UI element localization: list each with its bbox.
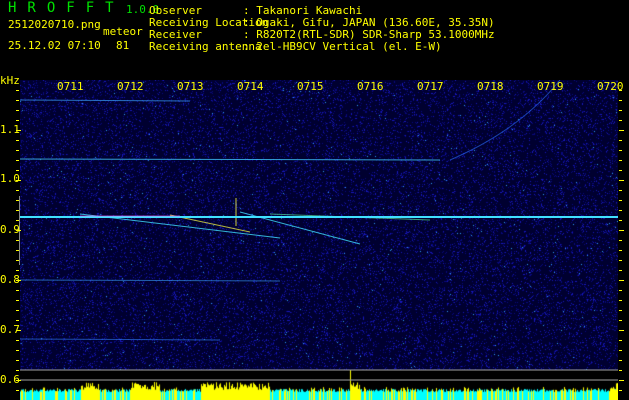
y-tick-mark <box>619 320 622 321</box>
y-tick-mark <box>16 180 21 181</box>
y-tick-mark <box>16 210 19 211</box>
y-tick-mark <box>16 340 19 341</box>
y-tick-mark <box>16 160 19 161</box>
trace <box>20 159 440 160</box>
x-tick-label: 0715 <box>297 80 324 93</box>
y-tick-mark <box>619 210 622 211</box>
x-tick-label: 0718 <box>477 80 504 93</box>
y-tick-mark <box>619 280 624 281</box>
y-tick-mark <box>619 270 622 271</box>
y-axis-unit: kHz <box>0 75 20 87</box>
y-tick-mark <box>16 200 19 201</box>
y-tick-mark <box>16 110 19 111</box>
y-tick-mark <box>619 100 622 101</box>
y-tick-mark <box>16 130 21 131</box>
x-tick-label: 0712 <box>117 80 144 93</box>
y-tick-mark <box>16 170 19 171</box>
y-tick-mark <box>16 320 19 321</box>
trace <box>20 280 280 281</box>
y-tick-mark <box>619 380 624 381</box>
y-tick-mark <box>619 180 624 181</box>
y-tick-mark <box>16 310 19 311</box>
y-tick-mark <box>619 170 622 171</box>
y-tick-label: 1.0 <box>0 172 20 185</box>
file-datetime: 25.12.02 07:10 <box>8 40 101 52</box>
y-tick-mark <box>619 340 622 341</box>
y-tick-mark <box>619 230 624 231</box>
y-tick-mark <box>619 140 622 141</box>
y-tick-mark <box>619 290 622 291</box>
y-tick-mark <box>619 110 622 111</box>
spectrogram <box>20 80 618 400</box>
app-title: HROFFT <box>8 2 125 14</box>
y-tick-mark <box>16 190 19 191</box>
y-tick-mark <box>16 290 19 291</box>
y-tick-mark <box>16 300 19 301</box>
meteor-label: meteor <box>103 26 143 38</box>
y-tick-mark <box>16 120 19 121</box>
y-tick-mark <box>619 260 622 261</box>
file-name: 2512020710.png <box>8 19 101 31</box>
y-tick-mark <box>619 370 622 371</box>
x-tick-label: 0717 <box>417 80 444 93</box>
y-tick-mark <box>16 360 19 361</box>
y-tick-mark <box>16 350 19 351</box>
x-tick-label: 0716 <box>357 80 384 93</box>
y-tick-mark <box>619 360 622 361</box>
y-tick-mark <box>619 250 622 251</box>
y-tick-mark <box>619 350 622 351</box>
y-tick-mark <box>619 240 622 241</box>
y-tick-mark <box>16 150 19 151</box>
y-tick-mark <box>619 300 622 301</box>
y-tick-mark <box>16 390 19 391</box>
y-tick-mark <box>619 200 622 201</box>
y-tick-mark <box>619 190 622 191</box>
y-tick-mark <box>16 370 19 371</box>
trace <box>20 339 220 340</box>
y-tick-mark <box>16 100 19 101</box>
y-tick-mark <box>16 270 19 271</box>
y-tick-mark <box>619 330 624 331</box>
y-tick-mark <box>619 150 622 151</box>
meteor-count: 81 <box>116 40 129 52</box>
y-tick-mark <box>619 160 622 161</box>
x-tick-label: 0719 <box>537 80 564 93</box>
y-tick-mark <box>619 390 622 391</box>
trace <box>20 100 190 101</box>
y-tick-mark <box>16 230 21 231</box>
info-value: : 2el-HB9CV Vertical (el. E-W) <box>243 41 442 53</box>
meteor-traces <box>20 80 618 400</box>
y-tick-mark <box>16 140 19 141</box>
y-tick-mark <box>619 220 622 221</box>
x-tick-label: 0711 <box>57 80 84 93</box>
y-tick-mark <box>16 240 19 241</box>
y-tick-mark <box>16 250 19 251</box>
y-tick-mark <box>16 280 21 281</box>
y-tick-mark <box>619 130 624 131</box>
y-tick-mark <box>16 90 19 91</box>
y-tick-mark <box>619 310 622 311</box>
x-tick-label: 0714 <box>237 80 264 93</box>
y-tick-mark <box>16 260 19 261</box>
y-tick-mark <box>16 330 21 331</box>
x-tick-label: 0713 <box>177 80 204 93</box>
y-tick-mark <box>16 220 19 221</box>
y-tick-mark <box>16 380 21 381</box>
y-tick-mark <box>619 120 622 121</box>
x-tick-label: 0720 <box>597 80 624 93</box>
